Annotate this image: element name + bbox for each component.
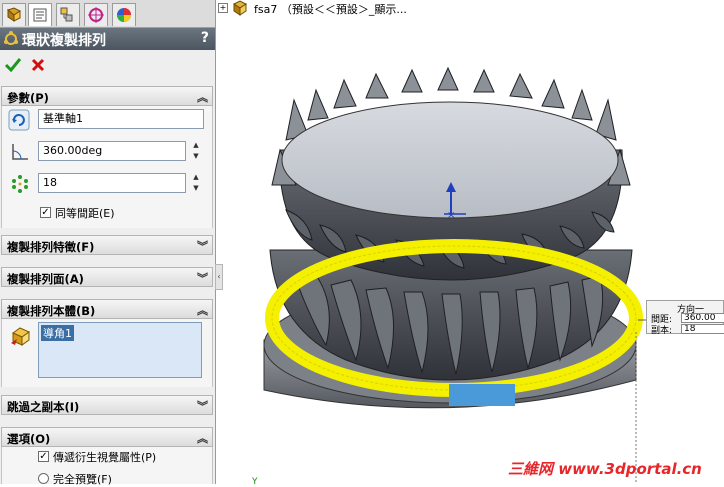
callout-copies-field[interactable]: 18 [681, 324, 724, 334]
collapse-icon[interactable]: ︽ [197, 89, 208, 105]
feature-manager-icon [6, 7, 21, 22]
expand-icon[interactable]: ︾ [197, 270, 208, 286]
expand-icon[interactable]: ︾ [197, 398, 208, 414]
manager-tabs [0, 0, 215, 28]
full-preview-label: 完全預覽(F) [53, 473, 112, 486]
property-manager-panel: 環狀複製排列 ? 參數(P) ︽ 基準軸1 360.00deg ▲ ▼ 18 ▲ ▼… [0, 0, 216, 486]
expand-node-icon[interactable]: + [218, 3, 228, 13]
expand-icon[interactable]: ︾ [197, 238, 208, 254]
propagate-visual-label: 傳遞衍生視覺屬性(P) [53, 451, 157, 464]
instances-spinner[interactable]: ▲ ▼ [190, 172, 202, 194]
parameters-body: 基準軸1 360.00deg ▲ ▼ 18 ▲ ▼ ✓ 同等間距(E) [1, 106, 213, 228]
check-icon[interactable] [4, 56, 22, 74]
pattern-callout[interactable]: 方向一 間距: 360.00 副本: 18 [646, 300, 724, 336]
collapse-icon[interactable]: ︽ [197, 302, 208, 318]
part-name-label[interactable]: fsa7 （預設＜＜預設＞_顯示... [254, 1, 407, 17]
equal-spacing-checkbox[interactable]: ✓ [40, 207, 51, 218]
pattern-bodies-label: 複製排列本體(B) [7, 304, 96, 318]
triad-y-label: Y [251, 477, 258, 484]
options-body: ✓ 傳遞衍生視覺屬性(P) 完全預覽(F) [1, 447, 213, 486]
feature-manager-tab[interactable] [2, 3, 26, 26]
property-manager-tab[interactable] [28, 3, 52, 26]
pattern-faces-label: 複製排列面(A) [7, 272, 84, 286]
callout-copies-label: 副本: [651, 326, 673, 336]
panel-title: 環狀複製排列 [22, 33, 106, 49]
rotate-arrow-icon [8, 109, 30, 131]
options-header[interactable]: 選項(O) ︽ [1, 427, 213, 447]
collapse-icon[interactable]: ︽ [197, 430, 208, 446]
parameters-header-label: 參數(P) [7, 91, 49, 105]
property-manager-icon [33, 8, 47, 22]
display-manager-icon [117, 8, 131, 22]
axis-origin-mark: × [447, 210, 455, 221]
angle-spinner[interactable]: ▲ ▼ [190, 140, 202, 162]
list-item[interactable]: 導角1 [41, 325, 74, 341]
equal-spacing-label: 同等間距(E) [55, 207, 115, 220]
pattern-features-header[interactable]: 複製排列特徵(F) ︾ [1, 235, 213, 255]
circular-pattern-icon [4, 31, 18, 45]
instances-field[interactable]: 18 [38, 173, 186, 193]
dimxpert-manager-icon [88, 7, 104, 23]
selected-body-highlight [449, 384, 515, 406]
skip-instances-label: 跳過之副本(I) [7, 400, 80, 414]
angle-icon [12, 144, 28, 160]
callout-spacing-field[interactable]: 360.00 [681, 313, 724, 323]
configuration-manager-icon [60, 7, 73, 22]
ok-cancel-row [0, 52, 215, 78]
pattern-bodies-header[interactable]: 複製排列本體(B) ︽ [1, 299, 213, 319]
dimxpert-manager-tab[interactable] [84, 3, 108, 26]
axis-field[interactable]: 基準軸1 [38, 109, 204, 129]
watermark: 三維网 www.3dportal.cn [508, 460, 702, 478]
reverse-direction-button[interactable] [8, 109, 32, 133]
instances-icon [12, 175, 28, 193]
graphics-area[interactable]: × Y [216, 0, 724, 487]
propagate-visual-checkbox[interactable]: ✓ [38, 451, 49, 462]
angle-field[interactable]: 360.00deg [38, 141, 186, 161]
panel-titlebar: 環狀複製排列 ? [0, 28, 215, 50]
full-preview-radio[interactable] [38, 473, 49, 484]
configuration-manager-tab[interactable] [56, 3, 80, 26]
bodies-listbox[interactable]: 導角1 [38, 322, 202, 378]
options-label: 選項(O) [7, 432, 51, 446]
lotus-model-viewport: × Y [251, 66, 646, 487]
display-manager-tab[interactable] [112, 3, 136, 26]
help-button[interactable]: ? [201, 30, 209, 46]
x-icon[interactable] [29, 56, 47, 74]
pattern-features-label: 複製排列特徵(F) [7, 240, 95, 254]
part-icon [233, 0, 247, 16]
parameters-header[interactable]: 參數(P) ︽ [1, 86, 213, 106]
skip-instances-header[interactable]: 跳過之副本(I) ︾ [1, 395, 213, 415]
bodies-selection-icon [11, 327, 31, 346]
pattern-faces-header[interactable]: 複製排列面(A) ︾ [1, 267, 213, 287]
